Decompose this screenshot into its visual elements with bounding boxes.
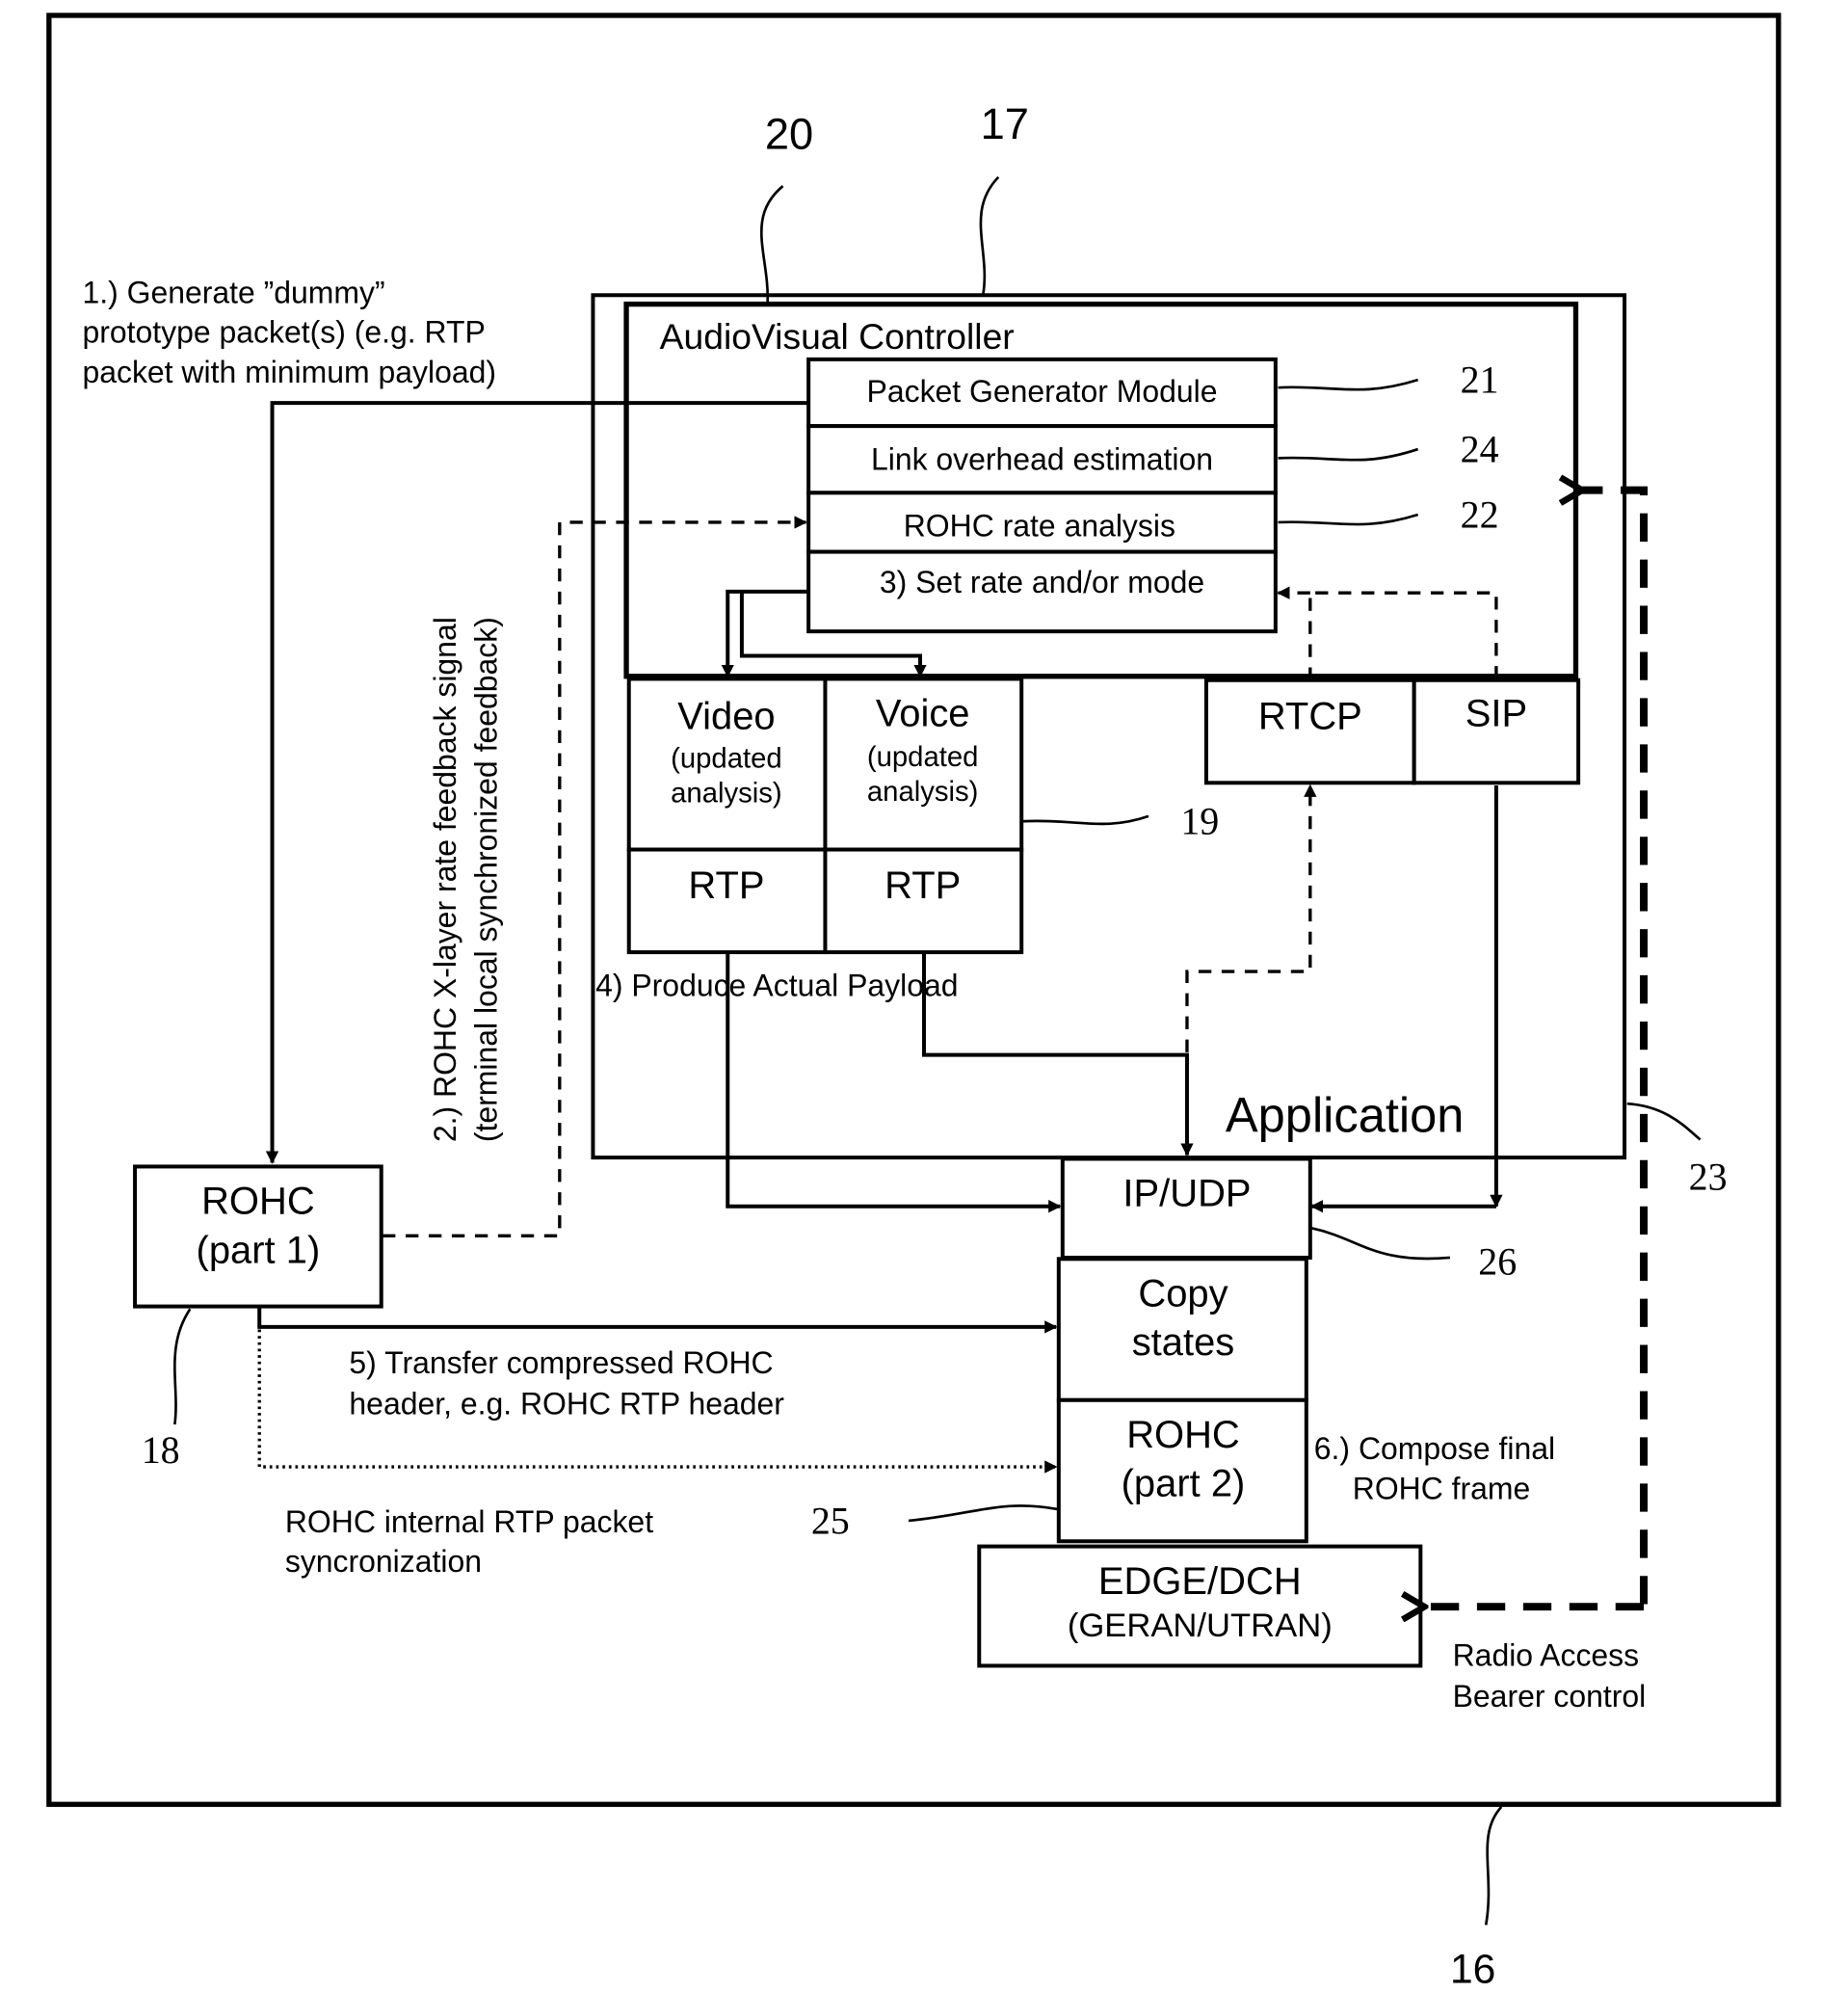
video-sub1: (updated (671, 742, 782, 774)
voice-sub2: analysis) (867, 776, 979, 808)
step5-label: 5) Transfer compressed ROHC header, e.g.… (349, 1345, 784, 1422)
module-stack: Packet Generator Module Link overhead es… (806, 357, 1278, 634)
rohc1-title: ROHC (201, 1181, 315, 1223)
rohc2-title: ROHC (1126, 1414, 1240, 1456)
svg-text:1.) Generate ”dummy”: 1.) Generate ”dummy” (82, 275, 384, 309)
leader-23 (1626, 1102, 1702, 1141)
svg-text:Bearer control: Bearer control (1453, 1679, 1647, 1714)
svg-text:syncronization: syncronization (285, 1544, 482, 1579)
arrow-transfer-header (257, 1306, 1058, 1334)
ref-19: 19 (1180, 800, 1219, 843)
step2-label: 2.) ROHC X-layer rate feedback signal (t… (428, 617, 504, 1142)
leader-20 (760, 185, 784, 305)
ref-18: 18 (142, 1428, 180, 1472)
svg-text:6.) Compose final: 6.) Compose final (1314, 1431, 1555, 1466)
leader-24 (1278, 447, 1419, 462)
leader-19 (1021, 814, 1149, 826)
voice-title: Voice (876, 693, 970, 735)
copy-states-2: states (1132, 1321, 1235, 1364)
module-packet-generator: Packet Generator Module (867, 374, 1218, 409)
ref-26: 26 (1478, 1239, 1517, 1283)
video-rtp: RTP (688, 864, 764, 907)
application-label: Application (1226, 1087, 1465, 1142)
diagram: 16 Application AudioVisual Controller 20… (46, 13, 1782, 1992)
svg-text:header, e.g. ROHC RTP header: header, e.g. ROHC RTP header (349, 1386, 784, 1421)
svg-text:packet with minimum payload): packet with minimum payload) (82, 355, 496, 389)
rohc2-sub: (part 2) (1122, 1463, 1246, 1505)
leader-22 (1278, 513, 1419, 526)
svg-text:ROHC internal RTP packet: ROHC internal RTP packet (285, 1504, 653, 1539)
svg-text:ROHC frame: ROHC frame (1353, 1471, 1531, 1505)
ref-16: 16 (1450, 1946, 1495, 1992)
ref-17: 17 (981, 99, 1029, 148)
arrow-rtcp-sip-to-setrate (1279, 593, 1498, 680)
rohc1-sub: (part 1) (197, 1229, 321, 1271)
svg-text:2.) ROHC X-layer rate feedback: 2.) ROHC X-layer rate feedback signal (428, 617, 462, 1142)
voice-rtp: RTP (884, 864, 961, 907)
module-rohc-rate-analysis: ROHC rate analysis (904, 509, 1175, 544)
video-title: Video (677, 695, 775, 737)
leader-16 (1484, 1806, 1503, 1926)
ipudp-label: IP/UDP (1122, 1173, 1251, 1215)
svg-text:prototype packet(s) (e.g. RTP: prototype packet(s) (e.g. RTP (82, 315, 485, 350)
sip-label: SIP (1465, 693, 1527, 735)
ref-24: 24 (1461, 427, 1499, 470)
leader-17 (979, 175, 1000, 296)
svg-text:(terminal local synchronized f: (terminal local synchronized feedback) (469, 617, 504, 1142)
arrow-rab-control (1582, 491, 1649, 1605)
ref-25: 25 (811, 1499, 850, 1542)
step4-label: 4) Produce Actual Payload (595, 968, 958, 1002)
ref-22: 22 (1461, 492, 1499, 536)
leader-18 (173, 1308, 192, 1425)
ref-23: 23 (1689, 1155, 1728, 1198)
module-set-rate: 3) Set rate and/or mode (880, 565, 1204, 599)
ref-21: 21 (1461, 358, 1499, 401)
video-sub2: analysis) (671, 777, 782, 809)
rab-label: Radio Access Bearer control (1453, 1637, 1647, 1714)
ref-20: 20 (765, 109, 813, 158)
leader-21 (1278, 378, 1419, 391)
svg-text:Radio Access: Radio Access (1453, 1637, 1640, 1672)
step6-label: 6.) Compose final ROHC frame (1314, 1431, 1555, 1505)
arrow-voice-rtp-to-ipudp (922, 952, 1194, 1156)
sync-label: ROHC internal RTP packet syncronization (285, 1504, 653, 1579)
rtcp-label: RTCP (1258, 695, 1362, 737)
edge-title: EDGE/DCH (1098, 1560, 1302, 1603)
leader-26 (1310, 1227, 1451, 1261)
voice-sub1: (updated (867, 741, 979, 773)
av-controller-label: AudioVisual Controller (660, 316, 1015, 357)
copy-states-1: Copy (1138, 1273, 1228, 1315)
edge-sub: (GERAN/UTRAN) (1068, 1608, 1333, 1644)
module-link-overhead: Link overhead estimation (871, 441, 1213, 476)
svg-text:5) Transfer compressed ROHC: 5) Transfer compressed ROHC (349, 1345, 773, 1380)
arrow-to-video (721, 589, 809, 678)
leader-25 (908, 1504, 1058, 1523)
step1-label: 1.) Generate ”dummy” prototype packet(s)… (82, 275, 496, 389)
